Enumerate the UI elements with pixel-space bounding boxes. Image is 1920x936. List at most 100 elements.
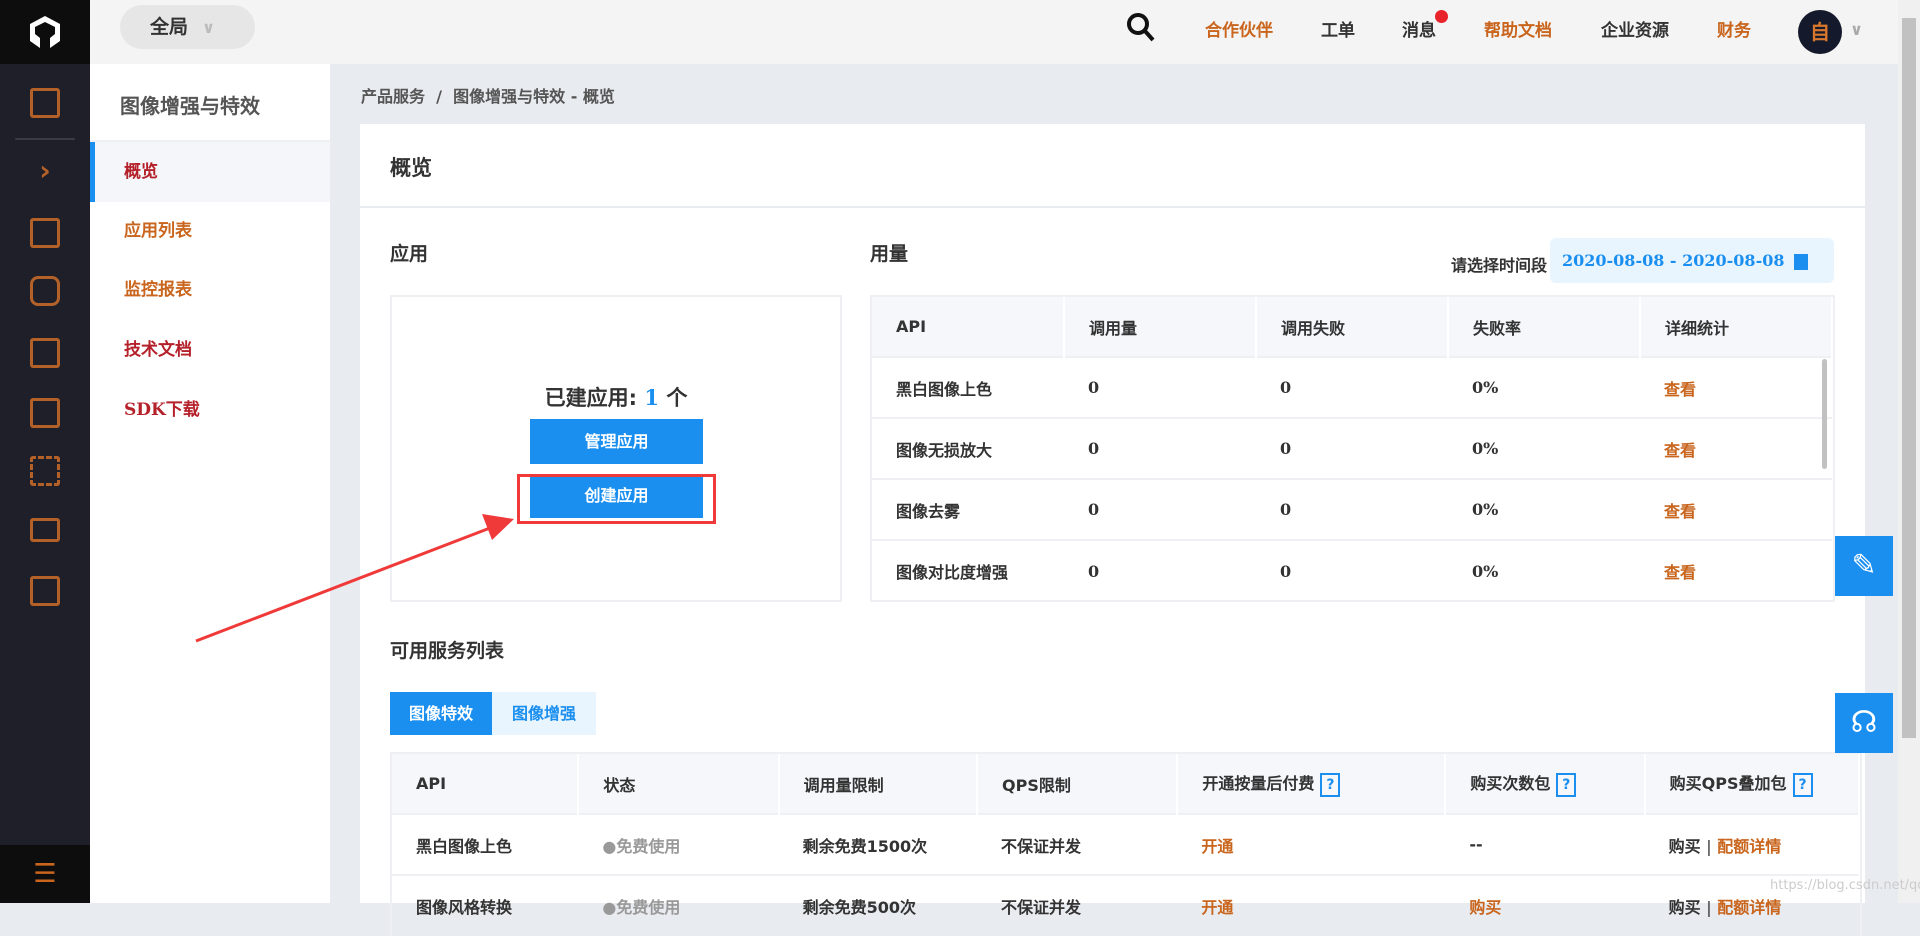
breadcrumb: 产品服务 / 图像增强与特效 - 概览 bbox=[361, 87, 615, 106]
column-label: QPS限制 bbox=[1002, 775, 1071, 795]
app-count-unit: 个 bbox=[666, 386, 688, 410]
table-cell: 0 bbox=[1064, 417, 1257, 479]
column-header: 购买QPS叠加包? bbox=[1644, 754, 1861, 814]
enable-payg-link[interactable]: 开通 bbox=[1201, 898, 1233, 917]
video-icon[interactable] bbox=[30, 518, 60, 542]
view-details-link[interactable]: 查看 bbox=[1640, 539, 1832, 600]
table-cell: 图像去雾 bbox=[872, 478, 1065, 540]
buy-qps-link[interactable]: 购买 bbox=[1669, 837, 1701, 856]
help-icon[interactable]: ? bbox=[1320, 772, 1341, 797]
nav-help-docs[interactable]: 帮助文档 bbox=[1484, 16, 1552, 41]
expand-icon[interactable]: › bbox=[30, 156, 60, 186]
table-cell: 购买 | 配额详情 bbox=[1644, 813, 1859, 875]
view-details-link[interactable]: 查看 bbox=[1640, 417, 1832, 479]
feedback-edit-button[interactable]: ✎ bbox=[1835, 536, 1893, 596]
table-scrollbar[interactable] bbox=[1822, 359, 1827, 469]
column-label: 状态 bbox=[603, 775, 636, 795]
table-cell: 不保证并发 bbox=[977, 813, 1178, 875]
table-cell: 图像风格转换 bbox=[392, 874, 579, 936]
table-cell: 0 bbox=[1256, 356, 1448, 418]
table-cell: 0 bbox=[1064, 539, 1257, 600]
column-header: 调用量 bbox=[1064, 297, 1258, 357]
table-cell: 购买 bbox=[1445, 874, 1645, 936]
highlight-box bbox=[517, 474, 716, 524]
status-dot-icon: ● bbox=[602, 836, 617, 856]
manage-apps-button[interactable]: 管理应用 bbox=[530, 419, 703, 464]
separator: | bbox=[1706, 836, 1712, 856]
date-range-picker[interactable]: 2020-08-08 - 2020-08-08 bbox=[1550, 238, 1834, 283]
view-details-link[interactable]: 查看 bbox=[1640, 356, 1832, 418]
table-cell: ●免费使用 bbox=[578, 874, 779, 936]
customer-support-button[interactable]: ☊ bbox=[1835, 693, 1893, 753]
frame-icon[interactable] bbox=[30, 338, 60, 368]
usage-table: API 调用量 调用失败 失败率 详细统计 黑白图像上色 0 0 0% 查看 图像无损放大 0 0 0% 查… bbox=[870, 295, 1835, 602]
column-header: 开通按量后付费? bbox=[1177, 754, 1447, 814]
help-icon[interactable]: ? bbox=[1792, 772, 1813, 797]
watermark: https://blog.csdn.net/qq_42506411 bbox=[1770, 878, 1920, 893]
nav-partners[interactable]: 合作伙伴 bbox=[1205, 16, 1273, 41]
column-header: API bbox=[392, 754, 580, 814]
command-icon[interactable] bbox=[30, 456, 60, 486]
column-header: 失败率 bbox=[1447, 297, 1642, 357]
tab-image-enhance[interactable]: 图像增强 bbox=[492, 692, 596, 735]
avatar[interactable]: 自 bbox=[1798, 10, 1842, 54]
divider bbox=[360, 206, 1865, 208]
logo-icon[interactable] bbox=[0, 0, 90, 64]
enable-payg-link[interactable]: 开通 bbox=[1201, 837, 1233, 856]
call-limit: 剩余免费500次 bbox=[802, 898, 917, 917]
scope-label: 全局 bbox=[150, 16, 189, 38]
tab-image-effects[interactable]: 图像特效 bbox=[390, 692, 492, 735]
quota-details-link[interactable]: 配额详情 bbox=[1717, 837, 1781, 856]
column-label: 购买次数包 bbox=[1470, 774, 1551, 794]
top-bar: 全局 ∨ 合作伙伴 工单 消息 帮助文档 企业资源 财务 自 ∨ bbox=[90, 0, 1898, 64]
table-row: 图像无损放大 0 0 0% 查看 bbox=[872, 417, 1832, 479]
grid-icon[interactable] bbox=[30, 88, 60, 118]
apps-box: 已建应用: 1 个 管理应用 创建应用 bbox=[390, 295, 842, 602]
sidebar-item-overview[interactable]: 概览 bbox=[90, 142, 330, 202]
page-scrollbar[interactable] bbox=[1898, 0, 1920, 903]
column-header: QPS限制 bbox=[977, 754, 1179, 814]
nav-messages[interactable]: 消息 bbox=[1402, 10, 1448, 41]
table-cell: 剩余免费500次 bbox=[778, 874, 978, 936]
table-cell: 图像对比度增强 bbox=[872, 539, 1065, 600]
sidebar-item-monitoring[interactable]: 监控报表 bbox=[90, 260, 330, 320]
qps-limit: 不保证并发 bbox=[1001, 898, 1082, 917]
search-icon[interactable] bbox=[1126, 12, 1156, 48]
separator: | bbox=[1706, 898, 1712, 917]
sidebar-item-sdk-download[interactable]: SDK下载 bbox=[90, 380, 330, 440]
menu-icon[interactable]: ☰ bbox=[0, 845, 90, 903]
date-range-value: 2020-08-08 - 2020-08-08 bbox=[1562, 251, 1785, 270]
help-icon[interactable]: ? bbox=[1556, 772, 1577, 797]
sidebar-item-app-list[interactable]: 应用列表 bbox=[90, 201, 330, 261]
table-cell: 0% bbox=[1447, 356, 1640, 418]
usage-title: 用量 bbox=[870, 243, 909, 265]
chevron-down-icon[interactable]: ∨ bbox=[1850, 20, 1863, 39]
buy-qps-link[interactable]: 购买 bbox=[1669, 898, 1701, 917]
nav-messages-label: 消息 bbox=[1402, 21, 1436, 41]
nav-finance[interactable]: 财务 bbox=[1717, 16, 1751, 41]
apps-title: 应用 bbox=[390, 243, 429, 265]
nav-tickets[interactable]: 工单 bbox=[1321, 16, 1355, 41]
icon-rail: › ☰ bbox=[0, 0, 90, 903]
database-icon[interactable] bbox=[30, 276, 60, 306]
nav-enterprise-resources[interactable]: 企业资源 bbox=[1601, 16, 1669, 41]
column-label: 购买QPS叠加包 bbox=[1669, 774, 1787, 794]
buy-pack-link[interactable]: 购买 bbox=[1469, 898, 1501, 917]
scrollbar-thumb[interactable] bbox=[1902, 18, 1916, 738]
play-icon[interactable] bbox=[30, 576, 60, 606]
table-row: 黑白图像上色 ●免费使用 剩余免费1500次 不保证并发 开通 -- 购买 | 配额详情 bbox=[392, 813, 1859, 875]
status-badge: 免费使用 bbox=[616, 836, 681, 856]
table-header: API 调用量 调用失败 失败率 详细统计 bbox=[872, 297, 1833, 357]
dashboard-icon[interactable] bbox=[30, 398, 60, 428]
building-icon[interactable] bbox=[30, 218, 60, 248]
table-cell: 不保证并发 bbox=[977, 874, 1178, 936]
view-details-link[interactable]: 查看 bbox=[1640, 478, 1832, 540]
services-table: API 状态 调用量限制 QPS限制 开通按量后付费? 购买次数包? 购买QPS叠加包? 黑白… bbox=[390, 752, 1862, 936]
table-row: 图像去雾 0 0 0% 查看 bbox=[872, 478, 1832, 540]
column-header: API bbox=[872, 297, 1066, 357]
page-title: 概览 bbox=[390, 156, 432, 180]
quota-details-link[interactable]: 配额详情 bbox=[1717, 898, 1781, 917]
sidebar-item-tech-docs[interactable]: 技术文档 bbox=[90, 320, 330, 380]
scope-selector[interactable]: 全局 ∨ bbox=[120, 5, 255, 49]
notification-badge bbox=[1435, 10, 1448, 23]
